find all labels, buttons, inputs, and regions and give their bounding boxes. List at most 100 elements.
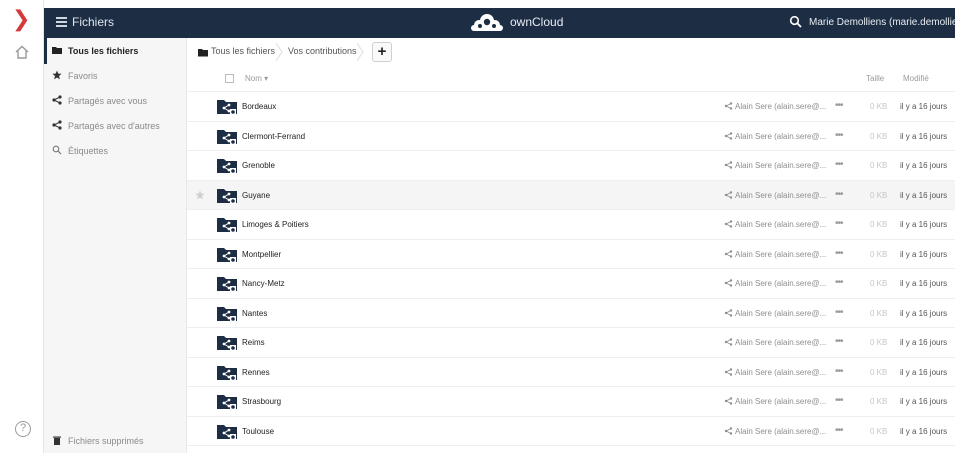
- file-name[interactable]: Reims: [242, 338, 265, 347]
- user-menu[interactable]: Marie Demolliens (marie.demolliens@uca.f…: [809, 17, 955, 28]
- folder-icon: [52, 47, 62, 54]
- file-size: 0 KB: [870, 367, 888, 377]
- table-row[interactable]: Reims Alain Sere (alain.sere@... ••• 0 KB il…: [187, 328, 955, 358]
- column-header-name[interactable]: Nom ▾: [245, 74, 268, 83]
- share-icon: [724, 367, 735, 377]
- more-actions-button[interactable]: •••: [835, 189, 843, 200]
- share-status[interactable]: Alain Sere (alain.sere@...: [724, 279, 826, 288]
- file-size: 0 KB: [870, 308, 888, 318]
- owncloud-logo-icon[interactable]: [469, 11, 505, 35]
- breadcrumb-root[interactable]: Tous les fichiers: [211, 46, 275, 56]
- file-table-header: Nom ▾ Taille Modifié: [187, 66, 955, 92]
- more-actions-button[interactable]: •••: [835, 130, 843, 141]
- more-actions-button[interactable]: •••: [835, 159, 843, 170]
- share-status[interactable]: Alain Sere (alain.sere@...: [724, 161, 826, 170]
- file-name[interactable]: Nancy-Metz: [242, 279, 285, 288]
- sidebar-item-all-files[interactable]: Tous les fichiers: [44, 38, 187, 64]
- table-row[interactable]: Guyane Alain Sere (alain.sere@... ••• 0 KB i…: [187, 180, 955, 210]
- select-all-checkbox[interactable]: [225, 74, 234, 83]
- star-icon: [52, 70, 62, 80]
- share-status[interactable]: Alain Sere (alain.sere@...: [724, 220, 826, 229]
- file-size: 0 KB: [870, 397, 888, 406]
- share-status[interactable]: Alain Sere (alain.sere@...: [724, 191, 826, 200]
- more-actions-button[interactable]: •••: [835, 100, 843, 111]
- sidebar-item-tags[interactable]: Étiquettes: [44, 138, 187, 164]
- table-row[interactable]: Montpellier Alain Sere (alain.sere@... •••…: [187, 239, 955, 269]
- column-header-size[interactable]: Taille: [866, 74, 884, 83]
- file-name[interactable]: Grenoble: [242, 161, 275, 170]
- file-name[interactable]: Limoges & Poitiers: [242, 220, 309, 229]
- share-status[interactable]: Alain Sere (alain.sere@...: [724, 250, 826, 259]
- file-name[interactable]: Guyane: [242, 191, 270, 200]
- shared-folder-icon: [217, 188, 237, 204]
- sidebar-item-deleted-files[interactable]: Fichiers supprimés: [44, 428, 187, 453]
- favorite-star-icon[interactable]: [195, 190, 205, 200]
- sidebar-item-label: Partagés avec vous: [68, 96, 148, 106]
- search-icon[interactable]: [789, 15, 803, 29]
- table-row[interactable]: Clermont-Ferrand Alain Sere (alain.sere@.…: [187, 121, 955, 151]
- help-icon[interactable]: ?: [15, 421, 31, 437]
- owncloud-window: ❯ ? Fichiers ownCloud Marie Demolliens (…: [0, 0, 955, 453]
- file-modified: il y a 16 jours: [900, 279, 948, 288]
- file-size: 0 KB: [870, 131, 888, 141]
- app-menu-icon[interactable]: [56, 17, 67, 27]
- sidebar-item-favorites[interactable]: Favoris: [44, 63, 187, 89]
- more-actions-button[interactable]: •••: [835, 395, 843, 406]
- share-icon: [724, 338, 735, 347]
- shared-folder-icon: [217, 159, 237, 174]
- file-size: 0 KB: [870, 220, 888, 229]
- more-actions-button[interactable]: •••: [835, 307, 843, 318]
- file-name[interactable]: Bordeaux: [242, 102, 276, 111]
- sidebar-item-shared-with-others[interactable]: Partagés avec d'autres: [44, 113, 187, 139]
- table-row[interactable]: Grenoble Alain Sere (alain.sere@... ••• 0 K…: [187, 151, 955, 181]
- file-modified: il y a 16 jours: [900, 220, 948, 229]
- sidebar-item-label: Étiquettes: [68, 146, 109, 156]
- app-title[interactable]: Fichiers: [72, 15, 114, 29]
- share-icon: [52, 120, 62, 130]
- table-row[interactable]: Rennes Alain Sere (alain.sere@... ••• 0 KB i…: [187, 357, 955, 387]
- more-actions-button[interactable]: •••: [835, 336, 843, 347]
- shared-with: Alain Sere (alain.sere@...: [735, 249, 827, 259]
- share-status[interactable]: Alain Sere (alain.sere@...: [724, 368, 826, 377]
- share-status[interactable]: Alain Sere (alain.sere@...: [724, 309, 826, 318]
- share-icon: [724, 131, 735, 141]
- file-size: 0 KB: [870, 249, 888, 259]
- column-header-modified[interactable]: Modifié: [903, 74, 929, 83]
- file-name[interactable]: Montpellier: [242, 250, 281, 259]
- table-row[interactable]: Nantes Alain Sere (alain.sere@... ••• 0 KB i…: [187, 298, 955, 328]
- share-icon: [724, 249, 735, 259]
- file-name[interactable]: Toulouse: [242, 427, 274, 436]
- add-button[interactable]: +: [372, 42, 392, 62]
- share-status[interactable]: Alain Sere (alain.sere@...: [724, 102, 826, 111]
- share-status[interactable]: Alain Sere (alain.sere@...: [724, 338, 826, 347]
- breadcrumb-current[interactable]: Vos contributions: [288, 46, 357, 56]
- shared-with: Alain Sere (alain.sere@...: [735, 308, 827, 318]
- table-row[interactable]: Limoges & Poitiers Alain Sere (alain.sere…: [187, 210, 955, 240]
- table-row[interactable]: Strasbourg Alain Sere (alain.sere@... ••• 0…: [187, 387, 955, 417]
- expand-chevron-icon[interactable]: ❯: [12, 9, 30, 31]
- file-name[interactable]: Clermont-Ferrand: [242, 132, 305, 141]
- table-row[interactable]: Toulouse Alain Sere (alain.sere@... ••• 0 K…: [187, 416, 955, 446]
- more-actions-button[interactable]: •••: [835, 218, 843, 229]
- file-modified: il y a 16 jours: [900, 426, 948, 436]
- share-status[interactable]: Alain Sere (alain.sere@...: [724, 132, 826, 141]
- more-actions-button[interactable]: •••: [835, 277, 843, 288]
- table-row[interactable]: Bordeaux Alain Sere (alain.sere@... ••• 0 K…: [187, 92, 955, 122]
- breadcrumb: Tous les fichiers Vos contributions +: [187, 38, 955, 66]
- shared-folder-icon: [217, 365, 237, 381]
- more-actions-button[interactable]: •••: [835, 425, 843, 436]
- sidebar-item-shared-with-you[interactable]: Partagés avec vous: [44, 88, 187, 114]
- home-icon[interactable]: [14, 44, 30, 60]
- table-row[interactable]: Nancy-Metz Alain Sere (alain.sere@... ••• 0…: [187, 269, 955, 299]
- shared-with: Alain Sere (alain.sere@...: [735, 426, 827, 436]
- more-actions-button[interactable]: •••: [835, 248, 843, 259]
- file-name[interactable]: Nantes: [242, 309, 267, 318]
- sidebar-item-label: Tous les fichiers: [68, 46, 139, 56]
- file-name[interactable]: Rennes: [242, 368, 270, 377]
- top-header: Fichiers ownCloud Marie Demolliens (mari…: [44, 8, 955, 38]
- share-status[interactable]: Alain Sere (alain.sere@...: [724, 397, 826, 406]
- more-actions-button[interactable]: •••: [835, 366, 843, 377]
- share-status[interactable]: Alain Sere (alain.sere@...: [724, 427, 826, 436]
- shared-with: Alain Sere (alain.sere@...: [735, 190, 827, 200]
- file-name[interactable]: Strasbourg: [242, 397, 281, 406]
